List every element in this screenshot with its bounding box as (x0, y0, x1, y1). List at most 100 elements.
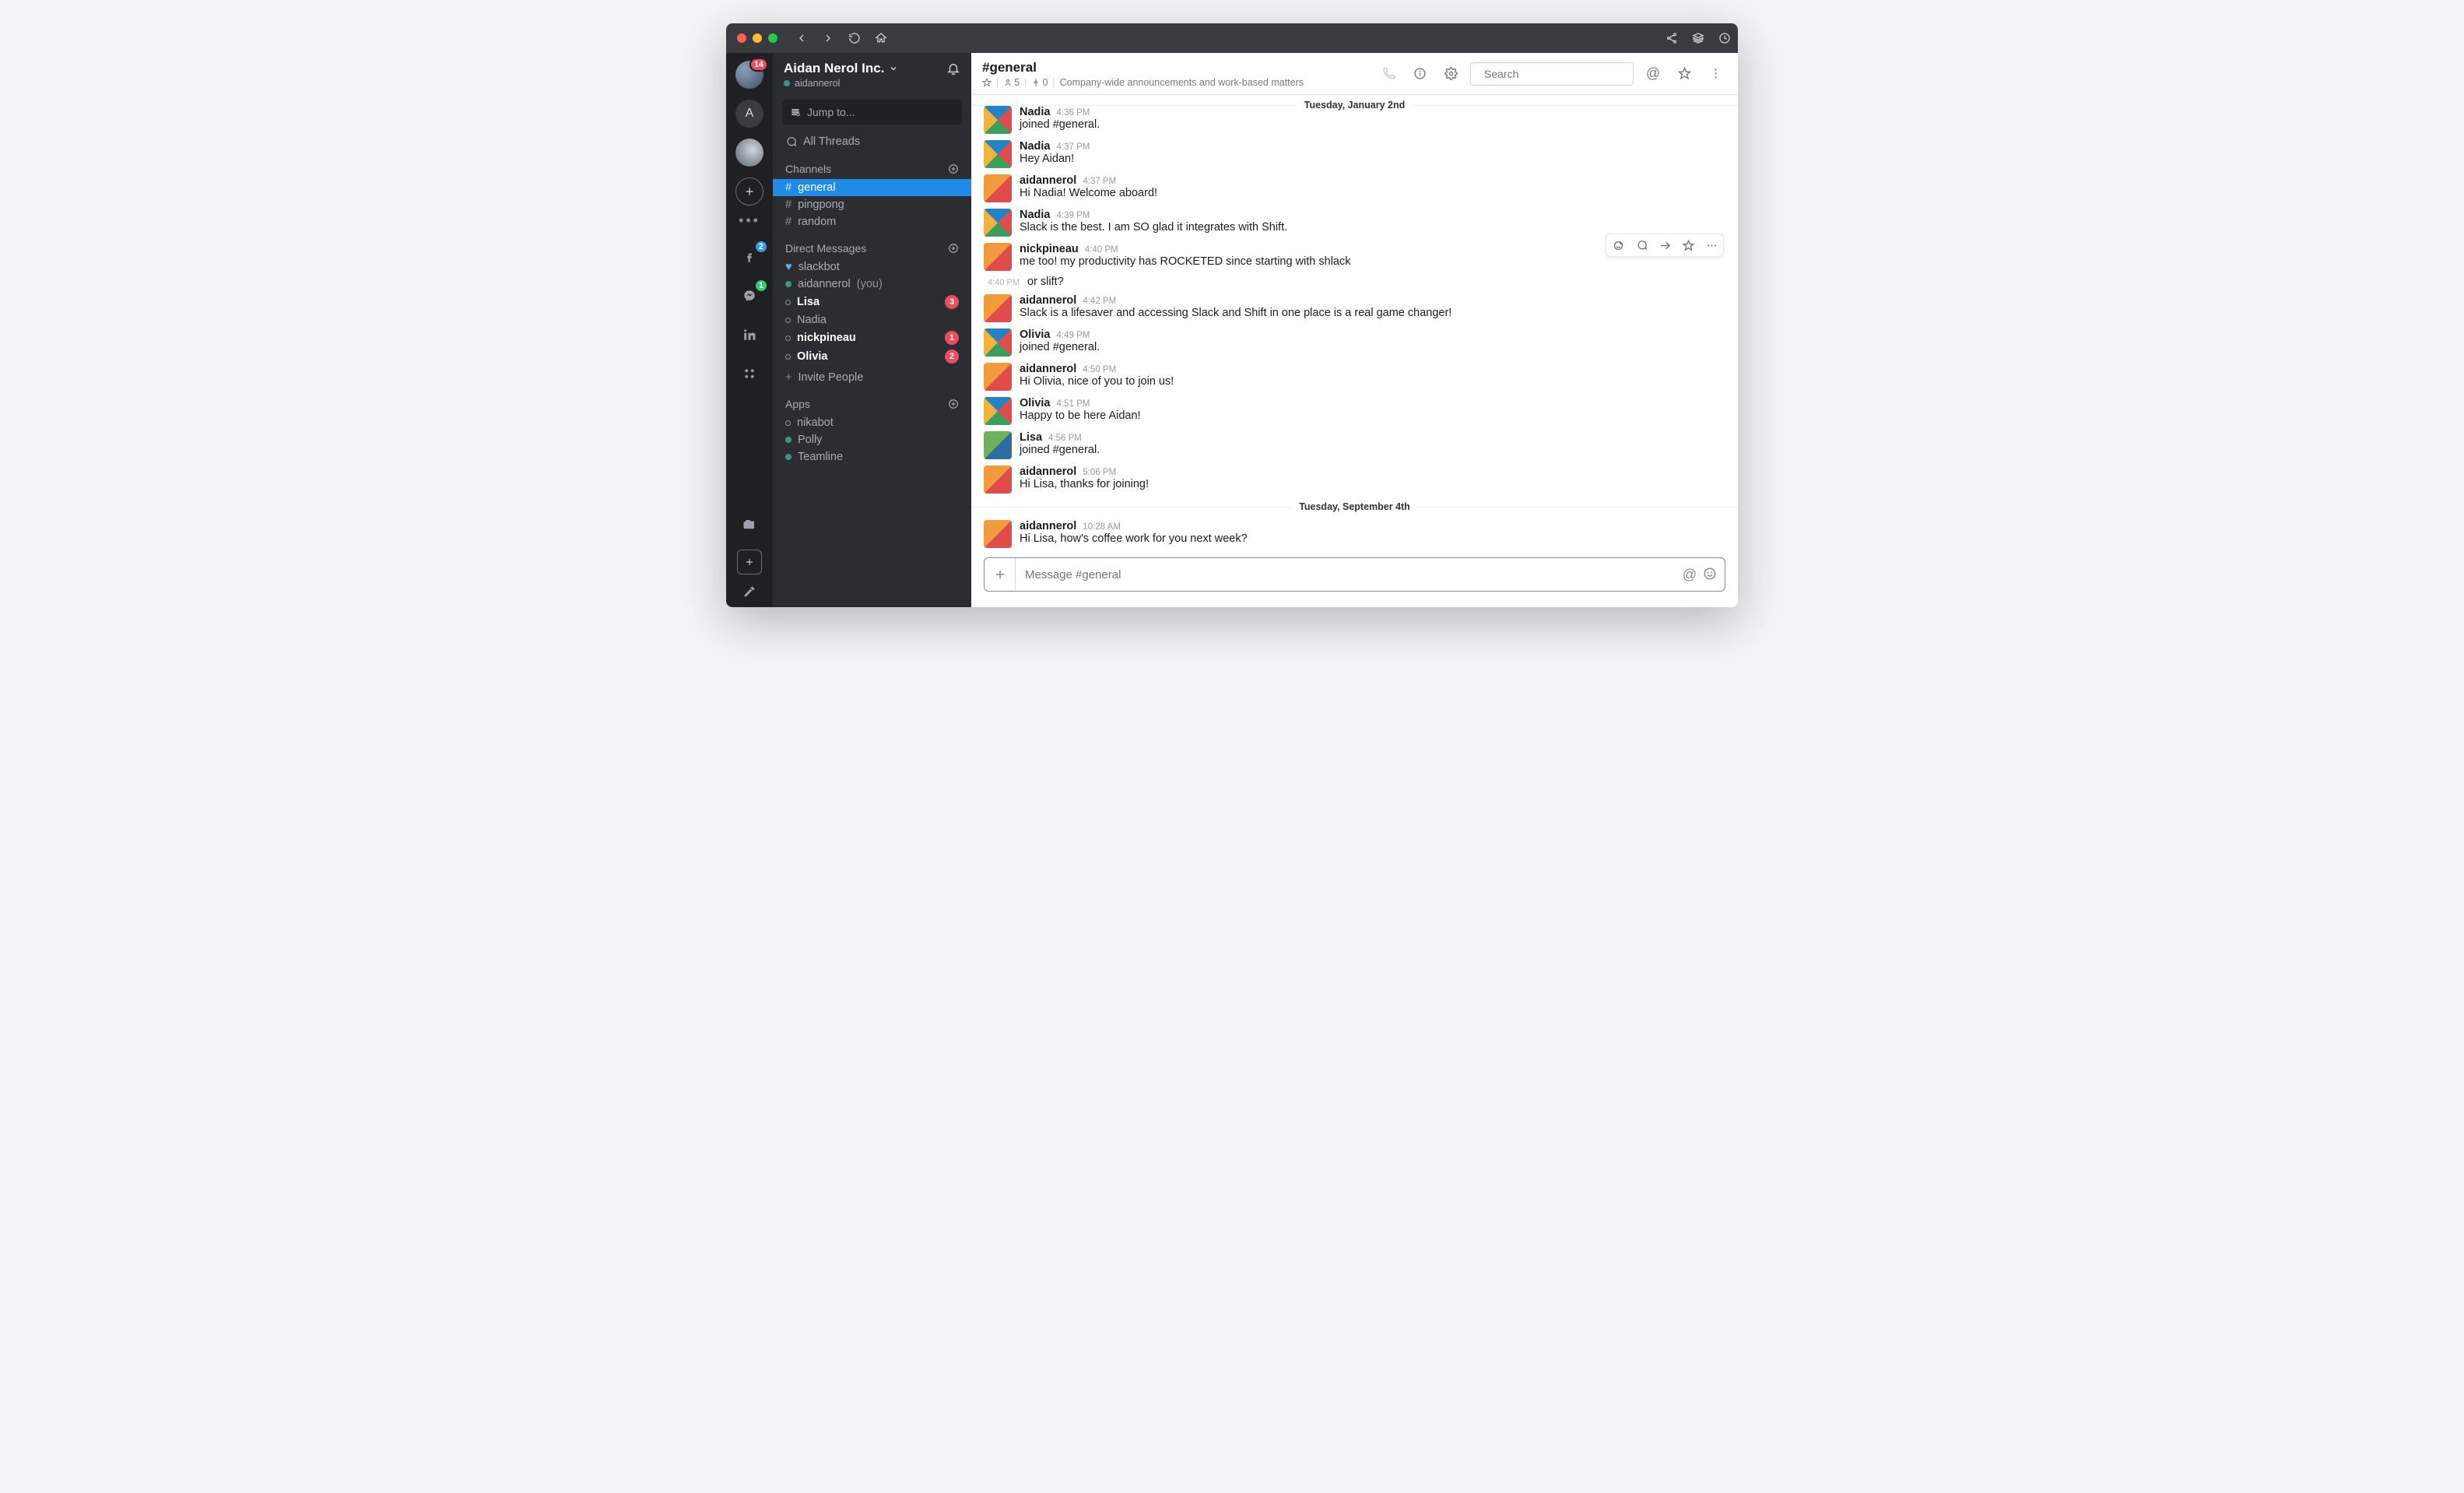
forward-button[interactable] (815, 23, 841, 53)
dm-aidannerol[interactable]: aidannerol (you) (773, 276, 971, 293)
channel-topic[interactable]: Company-wide announcements and work-base… (1060, 77, 1304, 88)
minimize-window-icon[interactable] (753, 33, 762, 43)
add-channel-icon[interactable] (946, 162, 960, 176)
avatar[interactable] (984, 363, 1012, 391)
dm-header[interactable]: Direct Messages (773, 230, 971, 258)
rail-workspace-1[interactable]: 14 (735, 61, 763, 89)
pins-icon[interactable]: 0 (1031, 77, 1048, 88)
channel-general[interactable]: #general (773, 179, 971, 196)
message-author[interactable]: aidannerol (1020, 174, 1076, 187)
avatar[interactable] (984, 465, 1012, 494)
dm-olivia[interactable]: Olivia2 (773, 347, 971, 366)
jump-to-input[interactable]: Jump to... (782, 100, 962, 125)
message[interactable]: aidannerol10:28 AMHi Lisa, how's coffee … (971, 517, 1738, 548)
back-button[interactable] (788, 23, 815, 53)
app-nikabot[interactable]: nikabot (773, 414, 971, 431)
avatar[interactable] (984, 106, 1012, 134)
star-message-icon[interactable] (1676, 234, 1700, 256)
rail-apps-grid[interactable] (735, 360, 763, 388)
invite-people-link[interactable]: + Invite People (773, 369, 971, 386)
star-icon[interactable] (1673, 62, 1696, 86)
message-author[interactable]: Olivia (1020, 328, 1051, 341)
message-scroll[interactable]: Tuesday, January 2nd Nadia4:36 PMjoined … (971, 95, 1738, 548)
compose-input[interactable] (1016, 568, 1683, 581)
rail-facebook[interactable]: 2 (735, 243, 763, 271)
message-author[interactable]: Nadia (1020, 140, 1051, 153)
info-icon[interactable] (1408, 62, 1431, 86)
share-message-icon[interactable] (1653, 234, 1676, 256)
rail-messenger[interactable]: 1 (735, 282, 763, 310)
search-input[interactable] (1483, 67, 1627, 81)
rail-files[interactable] (735, 511, 763, 539)
more-icon[interactable] (1704, 62, 1727, 86)
history-button[interactable] (1711, 23, 1738, 53)
message[interactable]: Lisa4:56 PMjoined #general. (971, 428, 1738, 462)
settings-icon[interactable] (1439, 62, 1462, 86)
workspace-header[interactable]: Aidan Nerol Inc. aidannerol (773, 53, 971, 92)
message[interactable]: nickpineau4:40 PMme too! my productivity… (971, 240, 1738, 274)
search-box[interactable] (1470, 62, 1634, 86)
compose-box[interactable]: @ (984, 557, 1725, 592)
mentions-icon[interactable]: @ (1641, 62, 1665, 86)
rail-more-icon[interactable]: ••• (739, 216, 760, 232)
message-author[interactable]: aidannerol (1020, 294, 1076, 307)
star-channel-icon[interactable] (982, 78, 992, 87)
app-polly[interactable]: Polly (773, 431, 971, 448)
avatar[interactable] (984, 140, 1012, 168)
message-author[interactable]: Nadia (1020, 209, 1051, 221)
message-followup[interactable]: 4:40 PMor slift? (971, 274, 1738, 291)
message-author[interactable]: Nadia (1020, 106, 1051, 118)
dm-nickpineau[interactable]: nickpineau1 (773, 328, 971, 347)
add-app-icon[interactable] (946, 397, 960, 411)
react-icon[interactable] (1606, 234, 1630, 256)
dm-lisa[interactable]: Lisa3 (773, 293, 971, 311)
rail-settings-icon[interactable] (743, 585, 756, 598)
compose-attach-icon[interactable] (985, 558, 1016, 591)
compose-mention-icon[interactable]: @ (1683, 567, 1697, 583)
call-icon[interactable] (1377, 62, 1400, 86)
dm-nadia[interactable]: Nadia (773, 311, 971, 328)
message-author[interactable]: Olivia (1020, 397, 1051, 409)
avatar[interactable] (984, 174, 1012, 202)
channel-pingpong[interactable]: #pingpong (773, 196, 971, 213)
members-icon[interactable]: 5 (1003, 77, 1020, 88)
avatar[interactable] (984, 328, 1012, 357)
message[interactable]: aidannerol4:37 PMHi Nadia! Welcome aboar… (971, 171, 1738, 206)
message-author[interactable]: aidannerol (1020, 363, 1076, 375)
rail-workspace-2[interactable]: A (735, 100, 763, 128)
notifications-icon[interactable] (946, 61, 960, 76)
avatar[interactable] (984, 431, 1012, 459)
dm-slackbot[interactable]: ♥slackbot (773, 258, 971, 276)
avatar[interactable] (984, 243, 1012, 271)
all-threads-link[interactable]: All Threads (773, 132, 971, 151)
channels-header[interactable]: Channels (773, 151, 971, 179)
rail-workspace-3[interactable] (735, 139, 763, 167)
compose-emoji-icon[interactable] (1703, 567, 1717, 583)
channel-random[interactable]: #random (773, 213, 971, 230)
maximize-window-icon[interactable] (768, 33, 777, 43)
thread-icon[interactable] (1630, 234, 1653, 256)
message-author[interactable]: aidannerol (1020, 465, 1076, 478)
reload-button[interactable] (841, 23, 868, 53)
message[interactable]: Olivia4:51 PMHappy to be here Aidan! (971, 394, 1738, 428)
message[interactable]: aidannerol4:50 PMHi Olivia, nice of you … (971, 360, 1738, 394)
app-teamline[interactable]: Teamline (773, 448, 971, 465)
stack-button[interactable] (1685, 23, 1711, 53)
message[interactable]: aidannerol4:42 PMSlack is a lifesaver an… (971, 291, 1738, 325)
message[interactable]: Nadia4:36 PMjoined #general. (971, 103, 1738, 137)
apps-header[interactable]: Apps (773, 386, 971, 414)
message-author[interactable]: aidannerol (1020, 520, 1076, 532)
avatar[interactable] (984, 520, 1012, 548)
close-window-icon[interactable] (737, 33, 746, 43)
rail-linkedin[interactable] (735, 321, 763, 349)
avatar[interactable] (984, 294, 1012, 322)
message-author[interactable]: nickpineau (1020, 243, 1079, 255)
avatar[interactable] (984, 397, 1012, 425)
rail-add-workspace[interactable] (735, 177, 763, 206)
avatar[interactable] (984, 209, 1012, 237)
share-button[interactable] (1658, 23, 1685, 53)
message[interactable]: aidannerol5:06 PMHi Lisa, thanks for joi… (971, 462, 1738, 497)
message[interactable]: Nadia4:37 PMHey Aidan! (971, 137, 1738, 171)
add-dm-icon[interactable] (946, 241, 960, 255)
home-button[interactable] (868, 23, 894, 53)
